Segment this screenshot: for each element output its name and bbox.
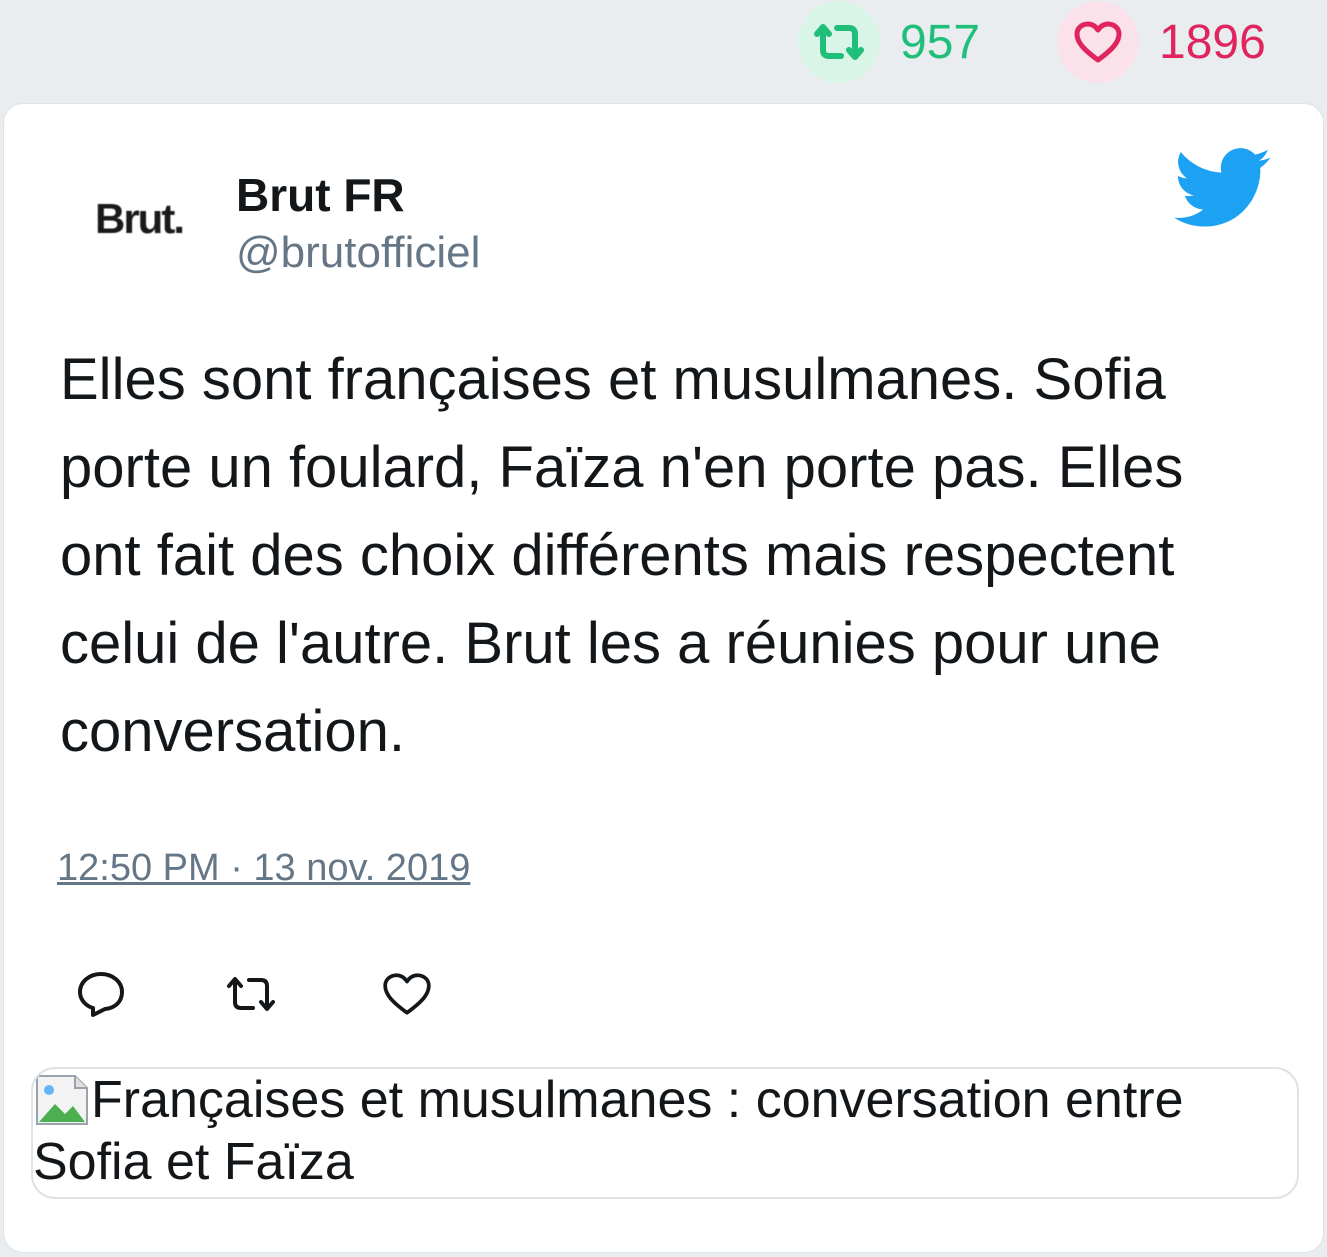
retweet-button[interactable] (221, 964, 281, 1024)
avatar[interactable]: Brut. (82, 174, 196, 264)
heart-icon (383, 973, 431, 1015)
embedded-media-alt-text: Françaises et musulmanes : conversation … (33, 1071, 1184, 1191)
tweet-timestamp[interactable]: 12:50 PM · 13 nov. 2019 (57, 847, 470, 890)
twitter-bird-icon[interactable] (1174, 148, 1272, 228)
tweet-card: Brut. Brut FR @brutofficiel Elles sont f… (3, 103, 1324, 1253)
like-count: 1896 (1159, 15, 1266, 69)
retweet-icon (798, 1, 880, 83)
tweet-actions (4, 964, 604, 1024)
retweet-stat[interactable]: 957 (798, 0, 980, 84)
like-stat[interactable]: 1896 (1057, 0, 1266, 84)
heart-icon (1057, 1, 1139, 83)
like-button[interactable] (377, 964, 437, 1024)
user-name[interactable]: Brut FR (236, 168, 405, 222)
avatar-logo: Brut. (95, 195, 185, 242)
embedded-media-card[interactable]: Françaises et musulmanes : conversation … (31, 1067, 1299, 1199)
engagement-stats: 957 1896 (0, 0, 1327, 100)
user-handle[interactable]: @brutofficiel (236, 228, 480, 278)
reply-icon (78, 972, 124, 1017)
retweet-icon (227, 977, 275, 1011)
tweet-text: Elles sont françaises et musulmanes. Sof… (60, 347, 1184, 764)
retweet-count: 957 (900, 15, 981, 69)
reply-button[interactable] (71, 964, 131, 1024)
